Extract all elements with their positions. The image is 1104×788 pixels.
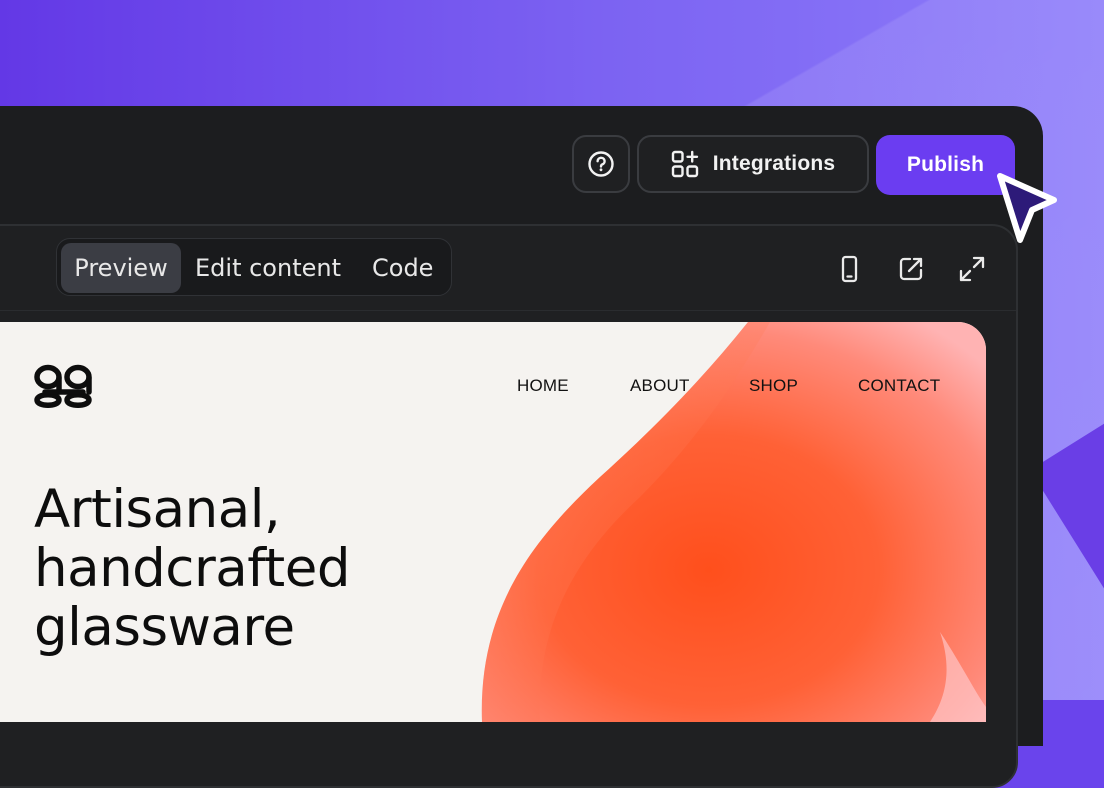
apps-add-icon: [671, 150, 698, 178]
tab-preview[interactable]: Preview: [61, 243, 181, 293]
hero-title: Artisanal, handcrafted glassware: [34, 479, 350, 658]
website-preview: HOME ABOUT SHOP CONTACT Artisanal, handc…: [0, 322, 986, 722]
external-link-icon[interactable]: [896, 254, 926, 284]
nav-contact[interactable]: CONTACT: [858, 376, 940, 396]
tab-code[interactable]: Code: [372, 243, 433, 293]
nav-home[interactable]: HOME: [517, 376, 569, 396]
help-button[interactable]: [572, 135, 630, 193]
integrations-button[interactable]: Integrations: [637, 135, 869, 193]
integrations-label: Integrations: [712, 152, 836, 175]
expand-icon[interactable]: [957, 254, 987, 284]
tab-edit-content[interactable]: Edit content: [195, 243, 341, 293]
mouse-cursor-icon: [997, 173, 1057, 243]
nav-shop[interactable]: SHOP: [749, 376, 798, 396]
mobile-icon[interactable]: [834, 254, 864, 284]
nav-about[interactable]: ABOUT: [630, 376, 690, 396]
view-tabs: Preview Edit content Code: [56, 238, 452, 296]
toolbar-divider: [0, 310, 1016, 311]
question-circle-icon: [588, 151, 614, 177]
gg-logo: [34, 364, 92, 408]
